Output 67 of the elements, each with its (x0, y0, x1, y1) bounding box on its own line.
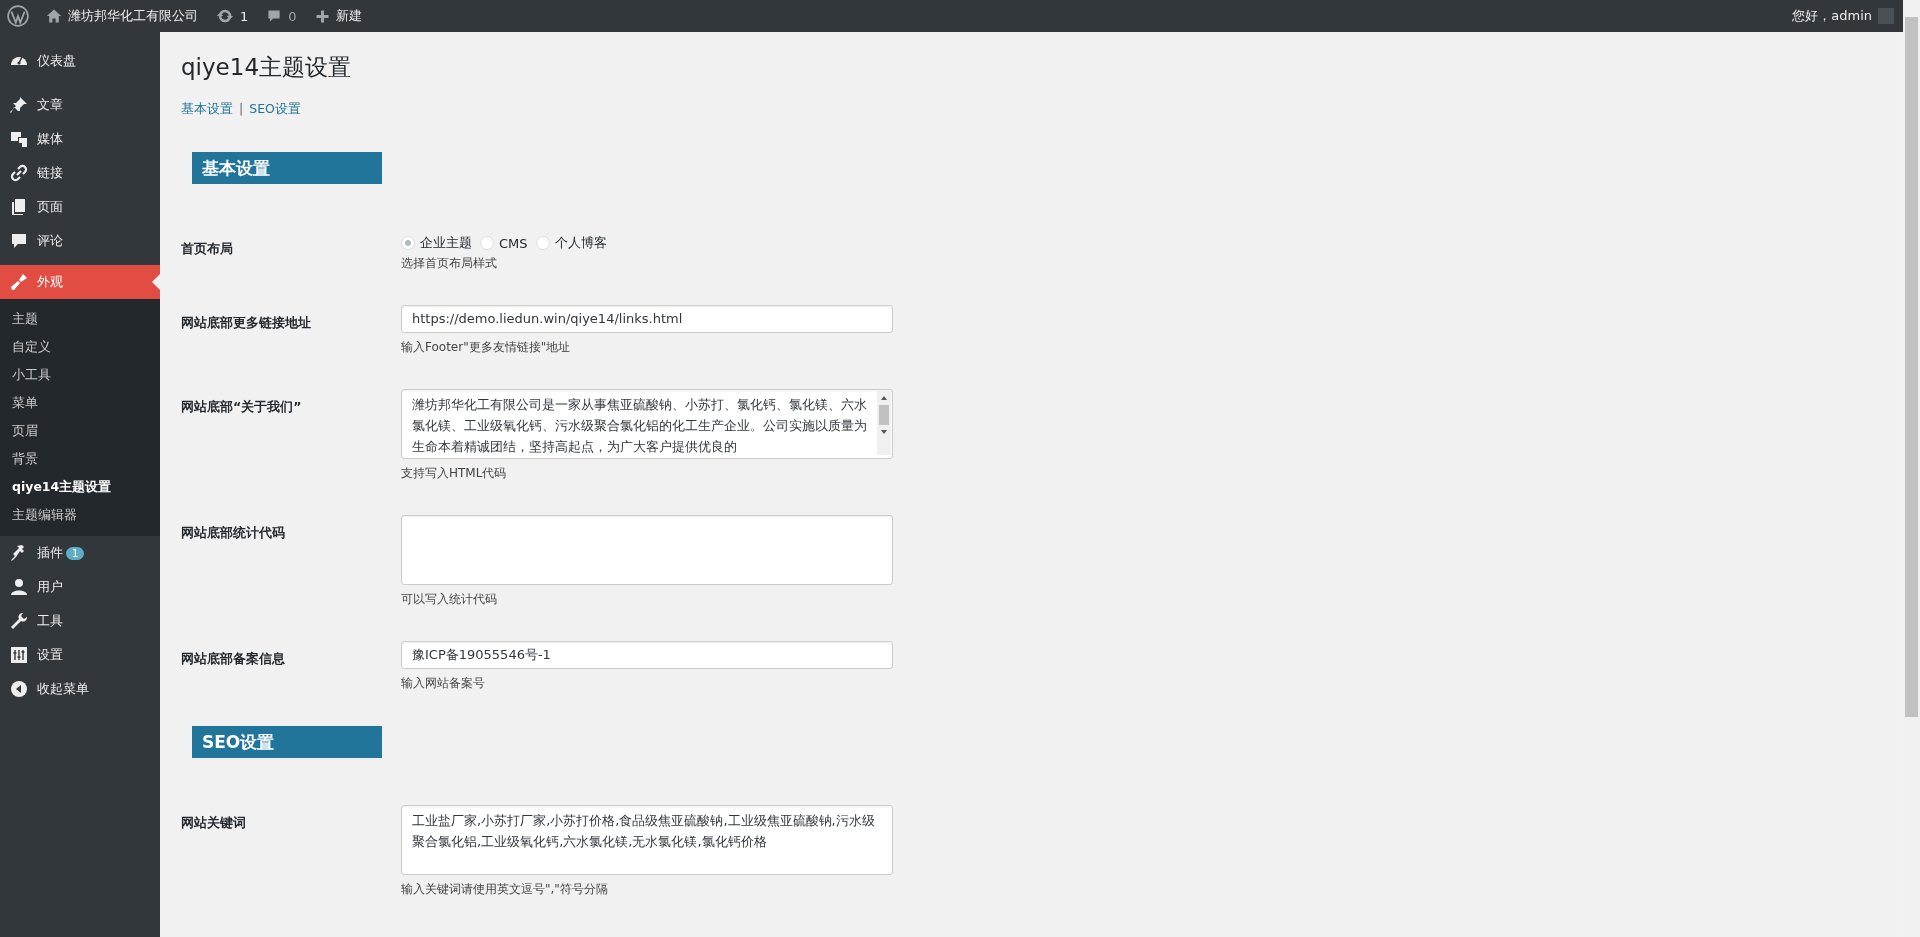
text-area[interactable]: 工业盐厂家,小苏打厂家,小苏打价格,食品级焦亚硫酸钠,工业级焦亚硫酸钠,污水级聚合氯化铝,工业级氧化钙,六水氯化镁,无水氯化镁,氯化钙价格 (401, 805, 893, 875)
submenu-item[interactable]: qiye14主题设置 (0, 473, 160, 501)
account-link[interactable]: 您好，admin (1783, 0, 1903, 32)
submenu-item[interactable]: 自定义 (0, 333, 160, 361)
field-label: 网站底部备案信息 (181, 650, 286, 668)
avatar (1878, 8, 1894, 24)
menu-item[interactable]: 收起菜单 (0, 672, 160, 706)
new-link[interactable]: 新建 (305, 0, 371, 32)
page-title: qiye14主题设置 (181, 53, 353, 82)
radio-button[interactable] (401, 236, 415, 250)
section-heading: 基本设置 (192, 152, 382, 184)
pushpin-icon (9, 95, 29, 115)
submenu-item[interactable]: 主题编辑器 (0, 501, 160, 529)
radio-option[interactable]: 个人博客 (535, 234, 607, 252)
media-icon (9, 129, 29, 149)
sliders-icon (9, 645, 29, 665)
field-label: 网站底部统计代码 (181, 524, 286, 542)
submenu-item[interactable]: 主题 (0, 305, 160, 333)
radio-option[interactable]: 企业主题 (401, 234, 472, 252)
menu-item[interactable]: 插件 1 (0, 536, 160, 570)
field-label: 网站关键词 (181, 814, 247, 832)
field-label: 网站底部“关于我们” (181, 398, 303, 416)
submenu-item[interactable]: 页眉 (0, 417, 160, 445)
menu-item[interactable]: 工具 (0, 604, 160, 638)
menu-item[interactable]: 外观 (0, 265, 160, 299)
refresh-icon (216, 7, 234, 25)
menu-item[interactable]: 页面 (0, 190, 160, 224)
text-field[interactable]: https://demo.liedun.win/qiye14/links.html (401, 305, 893, 333)
menu-item[interactable]: 用户 (0, 570, 160, 604)
wrench-icon (9, 611, 29, 631)
menu-item[interactable]: 评论 (0, 224, 160, 258)
speech-bubble-icon (9, 231, 29, 251)
field-label: 首页布局 (181, 240, 234, 258)
menu-item[interactable]: 文章 (0, 88, 160, 122)
field-hint: 支持写入HTML代码 (401, 465, 508, 482)
section-link[interactable]: SEO设置 (249, 101, 301, 118)
field-hint: 输入关键词请使用英文逗号","符号分隔 (401, 881, 609, 898)
link-icon (9, 163, 29, 183)
radio-option[interactable]: CMS (480, 234, 528, 252)
submenu-item[interactable]: 小工具 (0, 361, 160, 389)
home-icon (46, 8, 62, 24)
paintbrush-icon (9, 272, 29, 292)
menu-item[interactable]: 链接 (0, 156, 160, 190)
submenu-item[interactable]: 背景 (0, 445, 160, 473)
section-link[interactable]: 基本设置 (181, 101, 233, 118)
count-badge: 1 (66, 546, 85, 560)
plus-icon (314, 8, 330, 24)
menu-item[interactable]: 仪表盘 (0, 44, 160, 78)
menu-item[interactable]: 媒体 (0, 122, 160, 156)
field-hint: 输入网站备案号 (401, 675, 486, 692)
text-field[interactable]: 豫ICP备19055546号-1 (401, 641, 893, 669)
speech-bubble-icon (266, 8, 283, 24)
field-label: 网站底部更多链接地址 (181, 314, 312, 332)
field-hint: 选择首页布局样式 (401, 255, 498, 272)
comments-link[interactable]: 0 (257, 0, 306, 32)
site-name-link[interactable]: 潍坊邦华化工有限公司 (37, 0, 207, 32)
separator: | (239, 101, 244, 118)
radio-button[interactable] (480, 236, 494, 250)
user-icon (9, 577, 29, 597)
radio-button[interactable] (535, 236, 550, 250)
menu-item[interactable]: 设置 (0, 638, 160, 672)
updates-link[interactable]: 1 (207, 0, 258, 32)
field-hint: 输入Footer"更多友情链接"地址 (401, 339, 572, 356)
text-area[interactable]: 潍坊邦华化工有限公司是一家从事焦亚硫酸钠、小苏打、氯化钙、氯化镁、六水氯化镁、工业级氧化钙、污水级聚合氯化铝的化工生产企业。公司实施以质量为生命本着精诚团结，坚持高起点，为广大客户提供优良的 (401, 389, 893, 459)
field-hint: 可以写入统计代码 (401, 591, 498, 608)
submenu-item[interactable]: 菜单 (0, 389, 160, 417)
section-heading: SEO设置 (192, 726, 382, 758)
